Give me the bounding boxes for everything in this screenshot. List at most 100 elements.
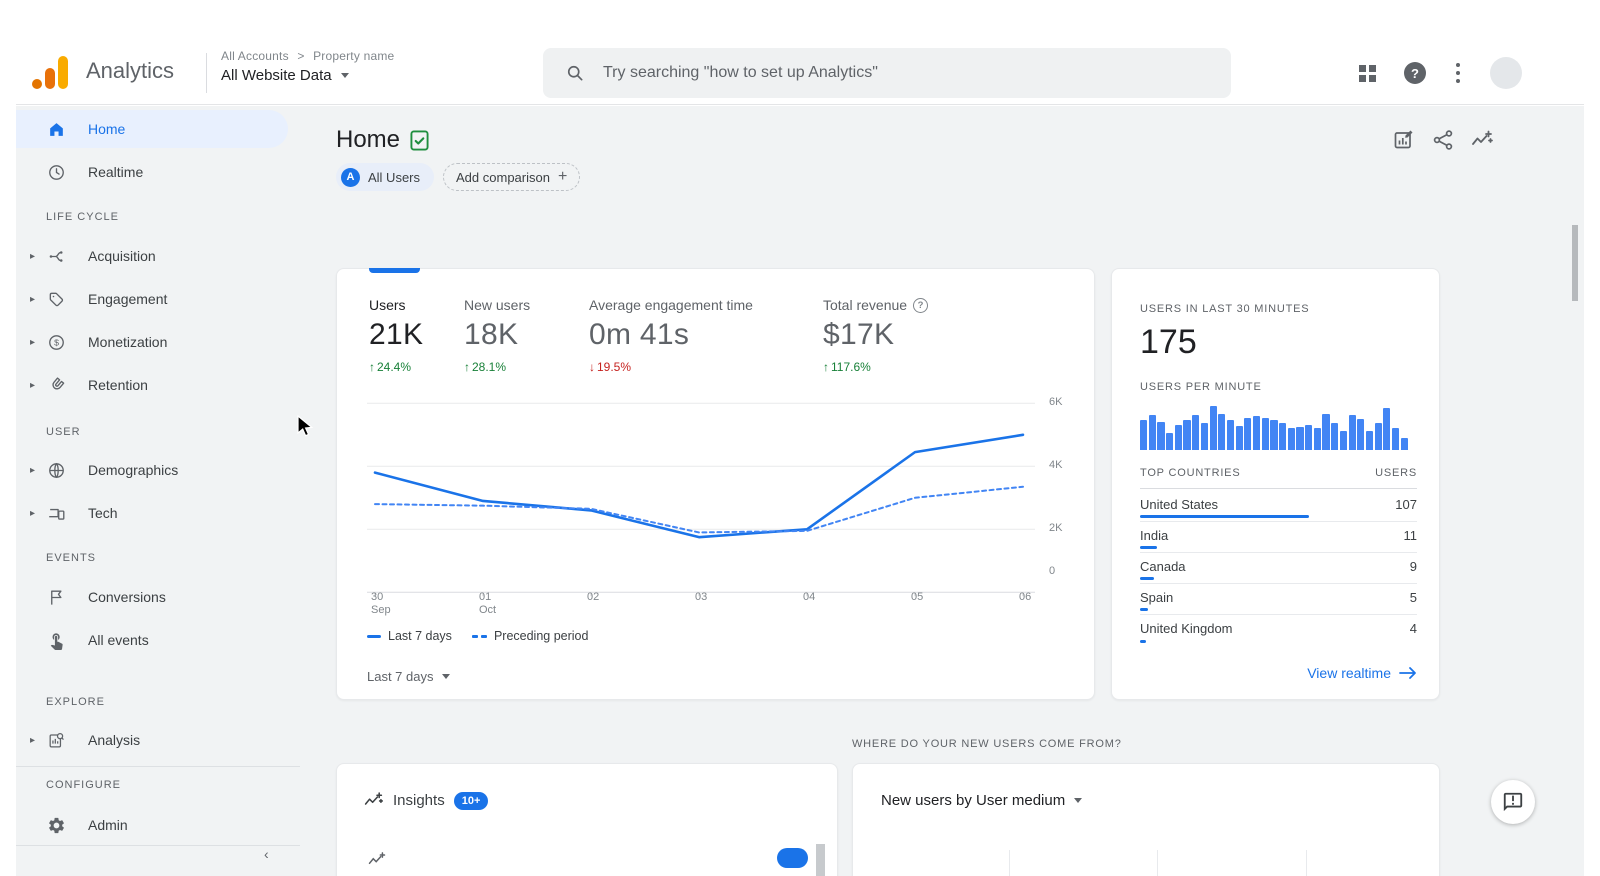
metric-engagement-time[interactable]: Average engagement time 0m 41s ↓ 19.5% [589,297,753,374]
new-users-card: New users by User medium [852,763,1440,876]
all-users-chip[interactable]: A All Users [336,163,435,191]
breadcrumb-accounts[interactable]: All Accounts [221,49,289,63]
chevron-down-icon [340,73,349,78]
page-scrollbar[interactable] [1572,225,1578,301]
minute-bar [1322,413,1330,450]
minute-bar [1287,428,1295,450]
table-row[interactable]: United States 107 [1140,491,1417,522]
left-nav: Home Realtime LIFE CYCLE ▸ Acquisition ▸… [16,106,300,876]
sidebar-item-conversions[interactable]: Conversions [16,578,288,616]
arrow-right-icon [1399,667,1416,679]
help-icon[interactable]: ? [1404,62,1426,84]
sidebar-item-retention[interactable]: ▸ Retention [16,366,288,404]
insights-icon[interactable] [1470,128,1494,152]
mouse-cursor [297,415,314,437]
minute-bar [1157,422,1165,450]
home-icon [46,119,66,139]
expand-arrow-icon[interactable]: ▸ [30,465,35,476]
overflow-menu-icon[interactable] [1454,63,1462,83]
expand-arrow-icon[interactable]: ▸ [30,508,35,519]
minute-bar [1305,425,1313,450]
trend-arrow-icon: ↓ [589,360,595,374]
page-title: Home [336,126,429,154]
sidebar-item-realtime[interactable]: Realtime [16,153,288,191]
collapse-nav-icon[interactable]: ‹ [264,846,269,862]
app-shell: Home Realtime LIFE CYCLE ▸ Acquisition ▸… [16,106,1584,876]
minute-bar [1331,423,1339,450]
avatar[interactable] [1490,57,1522,89]
feedback-icon [1503,792,1523,812]
insights-card: Insights 10+ [336,763,838,876]
minute-bar [1192,415,1200,450]
sidebar-item-engagement[interactable]: ▸ Engagement [16,280,288,318]
sidebar-item-monetization[interactable]: ▸ $ Monetization [16,323,288,361]
nav-section-configure: CONFIGURE [46,779,121,791]
table-row[interactable]: United Kingdom 4 [1140,615,1417,646]
expand-arrow-icon[interactable]: ▸ [30,380,35,391]
customize-report-icon[interactable] [1392,128,1416,152]
minute-bar [1174,425,1182,450]
table-row[interactable]: India 11 [1140,522,1417,553]
expand-arrow-icon[interactable]: ▸ [30,735,35,746]
report-check-icon [410,130,429,150]
apps-grid-icon[interactable] [1359,65,1376,82]
sidebar-item-admin[interactable]: Admin [16,806,288,844]
report-toolbar [1392,128,1494,152]
sidebar-item-tech[interactable]: ▸ Tech [16,494,288,532]
sidebar-item-home[interactable]: Home [16,110,288,148]
users-trend-chart[interactable] [367,389,1039,601]
metric-users[interactable]: Users 21K ↑ 24.4% [369,297,423,374]
touch-icon [46,630,66,650]
account-selector[interactable]: All Website Data [221,67,394,84]
new-users-dropdown[interactable]: New users by User medium [881,792,1083,809]
comparison-chips: A All Users Add comparison + [336,163,581,191]
expand-arrow-icon[interactable]: ▸ [30,337,35,348]
sidebar-item-analysis[interactable]: ▸ Analysis [16,721,288,759]
realtime-users-count: 175 [1140,323,1197,361]
search-input[interactable] [603,64,1163,82]
countries-table-header: TOP COUNTRIES USERS [1140,467,1417,489]
minute-bar [1348,415,1356,450]
minute-bar [1261,418,1269,450]
minute-bar [1244,418,1252,450]
chart-gridline [1009,850,1010,876]
minute-bar [1218,413,1226,450]
country-bar [1140,577,1155,580]
metric-total-revenue[interactable]: Total revenue? $17K ↑ 117.6% [823,297,929,374]
breadcrumb-property[interactable]: Property name [313,49,394,63]
insights-count-badge[interactable]: 10+ [453,791,489,810]
sidebar-item-acquisition[interactable]: ▸ Acquisition [16,237,288,275]
minute-bar [1209,405,1217,450]
expand-arrow-icon[interactable]: ▸ [30,294,35,305]
topbar-divider [206,53,207,93]
minute-bar [1339,430,1347,450]
insights-sparkle-icon [364,792,384,805]
globe-icon [46,460,66,480]
search-icon [567,65,583,81]
help-circle-icon[interactable]: ? [913,297,929,313]
sidebar-item-demographics[interactable]: ▸ Demographics [16,451,288,489]
minute-bar [1296,426,1304,450]
date-range-selector[interactable]: Last 7 days [367,669,450,684]
analysis-icon [46,730,66,750]
users-per-minute-chart[interactable] [1140,402,1408,450]
minute-bar [1200,423,1208,450]
analytics-logo-icon [32,55,74,91]
metric-new-users[interactable]: New users 18K ↑ 28.1% [464,297,530,374]
breadcrumb: All Accounts > Property name All Website… [221,49,394,84]
country-bar [1140,640,1147,643]
add-comparison-chip[interactable]: Add comparison + [443,163,581,191]
insights-scrollbar[interactable] [816,844,825,876]
table-row[interactable]: Spain 5 [1140,584,1417,615]
view-realtime-link[interactable]: View realtime [1307,665,1417,681]
share-icon[interactable] [1431,128,1455,152]
insight-new-badge [777,848,808,868]
engagement-tag-icon [46,289,66,309]
sidebar-item-all-events[interactable]: All events [16,621,288,659]
search-bar[interactable] [543,48,1231,98]
nav-section-events: EVENTS [46,552,97,564]
expand-arrow-icon[interactable]: ▸ [30,251,35,262]
feedback-button[interactable] [1491,780,1535,824]
table-row[interactable]: Canada 9 [1140,553,1417,584]
clock-icon [46,162,66,182]
